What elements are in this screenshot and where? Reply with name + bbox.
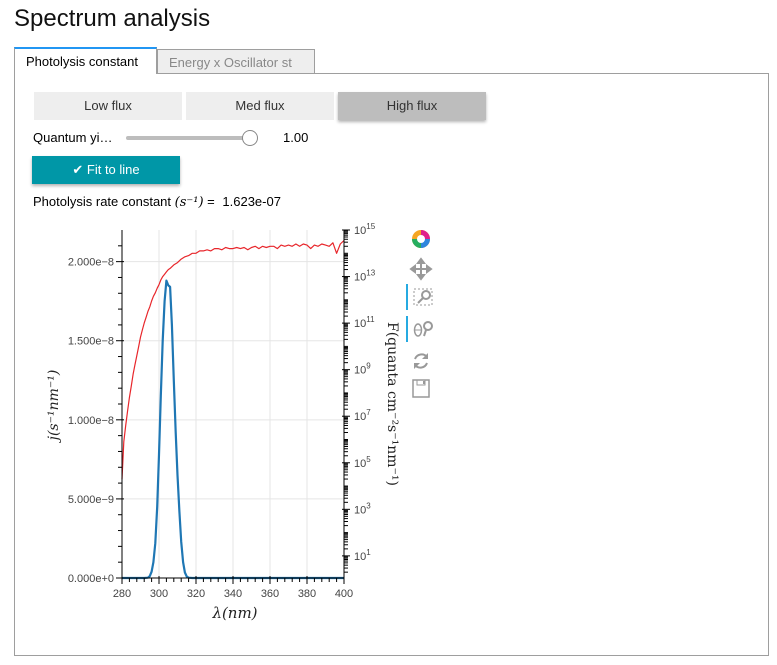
y2-tick-label: 1015 bbox=[354, 222, 376, 237]
y-tick-label: 5.000e−9 bbox=[68, 494, 114, 506]
y2-tick-label: 107 bbox=[354, 408, 371, 423]
y-tick-label: 1.500e−8 bbox=[68, 336, 114, 348]
pan-icon[interactable] bbox=[406, 256, 436, 282]
axes: 280 300 320 340 360 380 400 0.000e+0 5.000e−9 1.0… bbox=[68, 222, 376, 600]
x-tick-label: 300 bbox=[150, 588, 168, 600]
y2-tick-label: 103 bbox=[354, 501, 371, 516]
x-tick-label: 380 bbox=[298, 588, 316, 600]
bokeh-logo-icon[interactable] bbox=[406, 226, 436, 252]
y2-tick-label: 101 bbox=[354, 548, 371, 563]
x-tick-label: 400 bbox=[335, 588, 353, 600]
tab-photolysis-constant[interactable]: Photolysis constant bbox=[14, 47, 157, 74]
y2-tick-label: 1013 bbox=[354, 269, 376, 284]
x-tick-label: 360 bbox=[261, 588, 279, 600]
save-icon[interactable] bbox=[406, 376, 436, 402]
y2-axis-label: F(quanta cm⁻²s⁻¹nm⁻¹) bbox=[384, 322, 400, 486]
y-tick-label: 1.000e−8 bbox=[68, 415, 114, 427]
y2-tick-label: 1011 bbox=[354, 315, 375, 330]
wheel-zoom-icon[interactable] bbox=[406, 316, 436, 342]
y-tick-label: 2.000e−8 bbox=[68, 257, 114, 269]
spectrum-chart[interactable]: 280 300 320 340 360 380 400 0.000e+0 5.000e−9 1.0… bbox=[0, 0, 777, 665]
y-axis-label: j(s⁻¹nm⁻¹) bbox=[46, 370, 62, 444]
x-tick-label: 320 bbox=[187, 588, 205, 600]
y2-tick-label: 109 bbox=[354, 362, 371, 377]
box-zoom-icon[interactable] bbox=[406, 284, 436, 310]
x-tick-label: 340 bbox=[224, 588, 242, 600]
reset-icon[interactable] bbox=[406, 348, 436, 374]
x-tick-label: 280 bbox=[113, 588, 131, 600]
y-tick-label: 0.000e+0 bbox=[68, 573, 114, 585]
x-axis-label: λ(nm) bbox=[211, 604, 257, 622]
y2-tick-label: 105 bbox=[354, 455, 371, 470]
